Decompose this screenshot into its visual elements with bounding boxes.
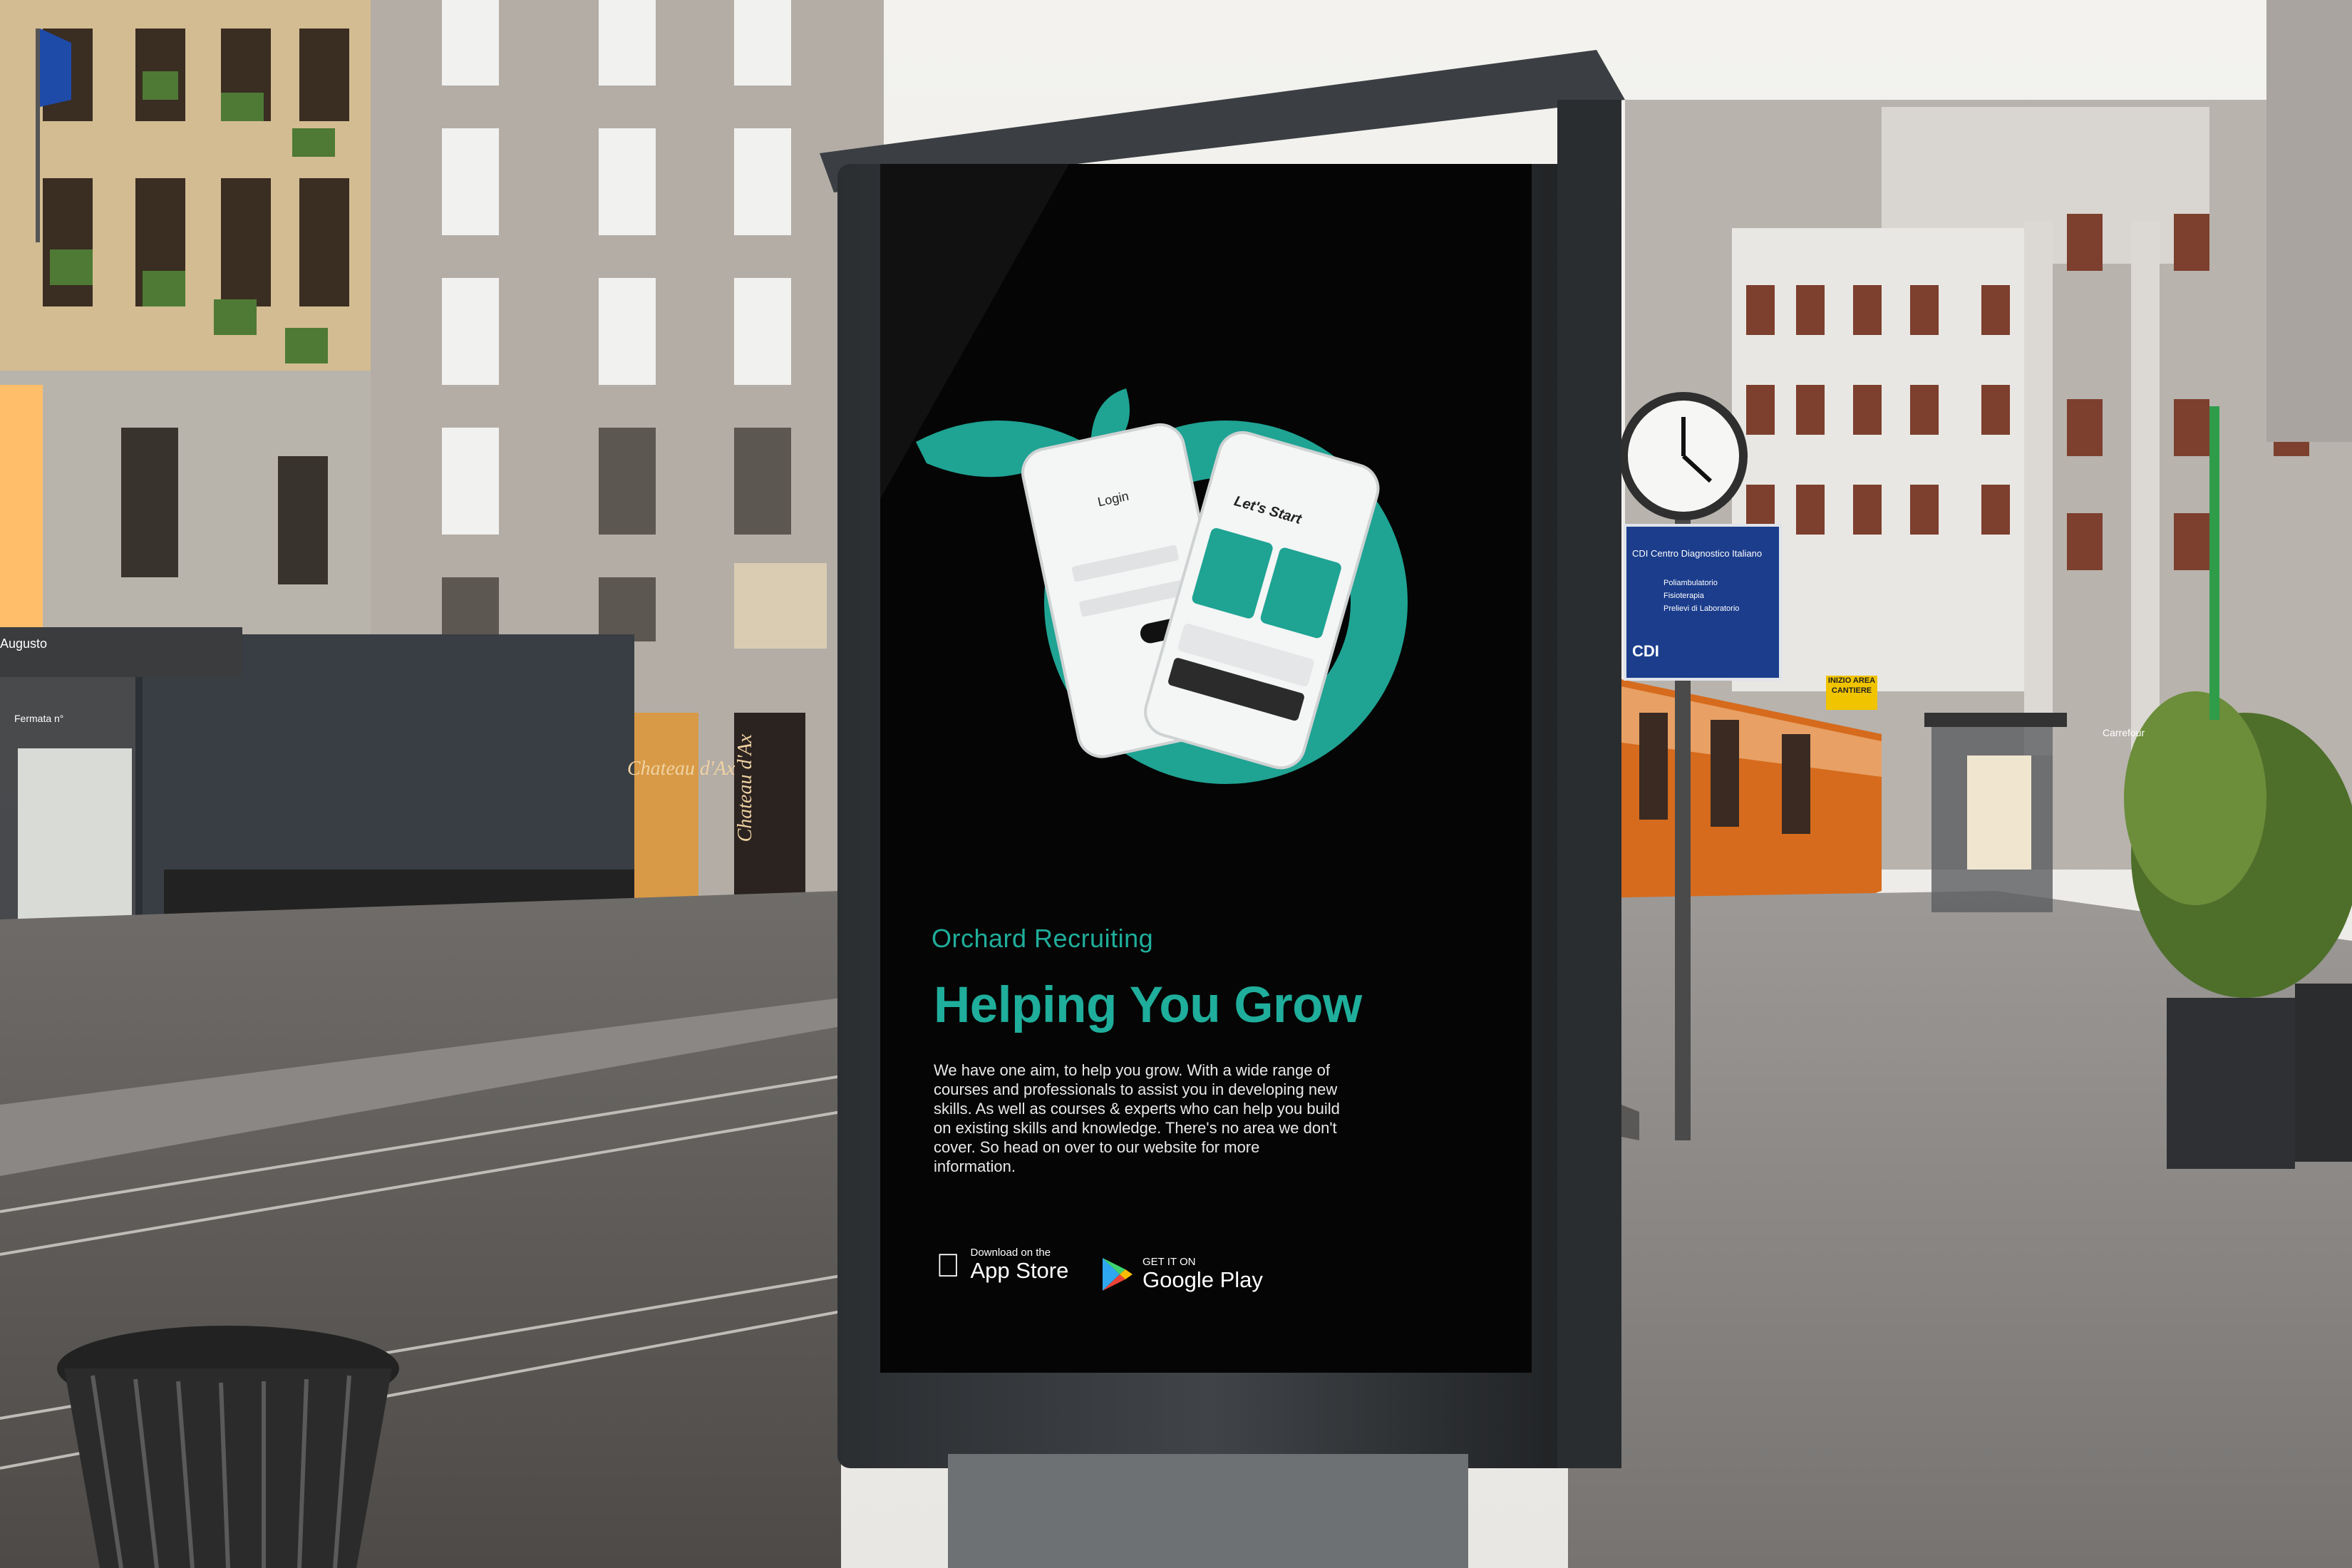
stop-sign-title: CDI Centro Diagnostico Italiano xyxy=(1632,548,1763,559)
stop-sign-lines: Poliambulatorio Fisioterapia Prelievi di… xyxy=(1664,577,1739,615)
poster-body: We have one aim, to help you grow. With … xyxy=(934,1061,1340,1175)
google-play-icon xyxy=(1103,1258,1133,1291)
waste-bin xyxy=(57,1326,399,1568)
shelter-name: Augusto xyxy=(0,636,48,651)
right-bus-shelter xyxy=(1924,713,2067,912)
poster-artwork xyxy=(880,164,1532,1373)
google-play-big-text: Google Play xyxy=(1143,1267,1263,1292)
shop-sign: Chateau d'Ax xyxy=(627,758,736,780)
app-store-small-text: Download on the xyxy=(946,1247,1051,1259)
poster-headline: Helping You Grow xyxy=(934,977,1362,1033)
app-store-badge:  Download on the App Store xyxy=(936,1247,1068,1283)
stop-sign-line: Prelievi di Laboratorio xyxy=(1664,604,1740,613)
shop-sign-vertical: Chateau d'Ax xyxy=(734,734,756,842)
stop-placard: Fermata n° xyxy=(14,713,64,724)
apple-icon:  xyxy=(936,1249,961,1281)
brand-name: Orchard Recruiting xyxy=(932,924,1154,953)
construction-sign: INIZIO AREA CANTIERE xyxy=(1826,676,1877,710)
cdi-stop-sign: CDI Centro Diagnostico Italiano Poliambu… xyxy=(1624,524,1782,681)
google-play-badge: GET IT ON Google Play xyxy=(1101,1257,1263,1292)
left-building xyxy=(0,0,371,641)
stop-sign-line: Poliambulatorio xyxy=(1664,579,1718,587)
stop-sign-line: Fisioterapia xyxy=(1664,592,1704,600)
google-play-small-text: GET IT ON xyxy=(1143,1256,1196,1268)
app-store-big-text: App Store xyxy=(946,1258,1069,1283)
stop-sign-brand: CDI xyxy=(1632,642,1659,660)
store-sign: Carrefour xyxy=(2103,727,2145,738)
street-scene xyxy=(0,0,2352,1568)
